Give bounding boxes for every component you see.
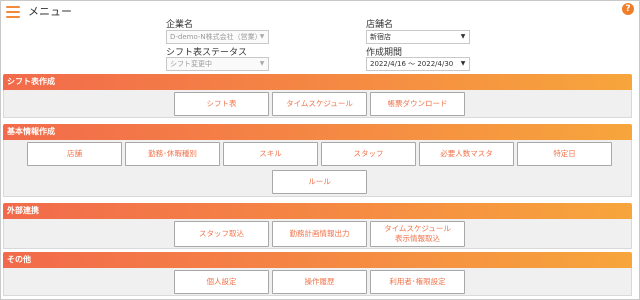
company-select: D-demo-N株式会社（営業） ▼	[166, 30, 269, 44]
hamburger-menu-icon[interactable]	[6, 6, 20, 18]
operation-history-button[interactable]: 操作履歴	[272, 270, 367, 294]
time-schedule-button[interactable]: タイムスケジュール	[272, 92, 367, 116]
skill-button[interactable]: スキル	[223, 142, 318, 166]
store-select-value: 新宿店	[370, 33, 391, 41]
chevron-down-icon: ▼	[460, 60, 466, 67]
chevron-down-icon: ▼	[259, 33, 265, 40]
work-leave-type-button[interactable]: 勤務･休暇種別	[125, 142, 220, 166]
section-basic: 基本情報作成 店舗 勤務･休暇種別 スキル スタッフ 必要人数マスタ 特定日 ル…	[3, 124, 632, 197]
store-button[interactable]: 店舗	[27, 142, 122, 166]
time-schedule-display-import-button[interactable]: タイムスケジュール 表示情報取込	[370, 221, 465, 247]
page-title: メニュー	[28, 5, 72, 18]
required-headcount-master-button[interactable]: 必要人数マスタ	[419, 142, 514, 166]
section-external-body: スタッフ取込 勤務計画情報出力 タイムスケジュール 表示情報取込	[3, 219, 632, 249]
chevron-down-icon: ▼	[259, 60, 265, 67]
section-other-body: 個人設定 操作履歴 利用者･権限設定	[3, 268, 632, 296]
store-label: 店舗名	[366, 20, 394, 30]
chevron-down-icon: ▼	[460, 33, 466, 40]
shift-status-select-value: シフト変更中	[170, 60, 212, 68]
store-select[interactable]: 新宿店 ▼	[366, 30, 470, 44]
section-other: その他 個人設定 操作履歴 利用者･権限設定	[3, 252, 632, 296]
section-shift-title: シフト表作成	[3, 74, 632, 90]
personal-settings-button[interactable]: 個人設定	[174, 270, 269, 294]
report-download-button[interactable]: 帳票ダウンロード	[370, 92, 465, 116]
staff-import-button[interactable]: スタッフ取込	[174, 221, 269, 247]
work-plan-export-button[interactable]: 勤務計画情報出力	[272, 221, 367, 247]
company-label: 企業名	[166, 20, 194, 30]
section-external-title: 外部連携	[3, 203, 632, 219]
section-external: 外部連携 スタッフ取込 勤務計画情報出力 タイムスケジュール 表示情報取込	[3, 203, 632, 249]
shift-table-button[interactable]: シフト表	[174, 92, 269, 116]
section-basic-body: 店舗 勤務･休暇種別 スキル スタッフ 必要人数マスタ 特定日 ルール	[3, 140, 632, 197]
section-shift-body: シフト表 タイムスケジュール 帳票ダウンロード	[3, 90, 632, 118]
shift-status-select: シフト変更中 ▼	[166, 57, 269, 71]
rule-button[interactable]: ルール	[272, 170, 367, 194]
section-basic-title: 基本情報作成	[3, 124, 632, 140]
user-permission-settings-button[interactable]: 利用者･権限設定	[370, 270, 465, 294]
period-select-value: 2022/4/16 ～ 2022/4/30	[370, 60, 454, 68]
section-other-title: その他	[3, 252, 632, 268]
help-icon[interactable]: ?	[622, 3, 634, 15]
specific-day-button[interactable]: 特定日	[517, 142, 612, 166]
company-select-value: D-demo-N株式会社（営業）	[170, 33, 262, 41]
section-shift: シフト表作成 シフト表 タイムスケジュール 帳票ダウンロード	[3, 74, 632, 118]
period-select[interactable]: 2022/4/16 ～ 2022/4/30 ▼	[366, 57, 470, 71]
staff-button[interactable]: スタッフ	[321, 142, 416, 166]
